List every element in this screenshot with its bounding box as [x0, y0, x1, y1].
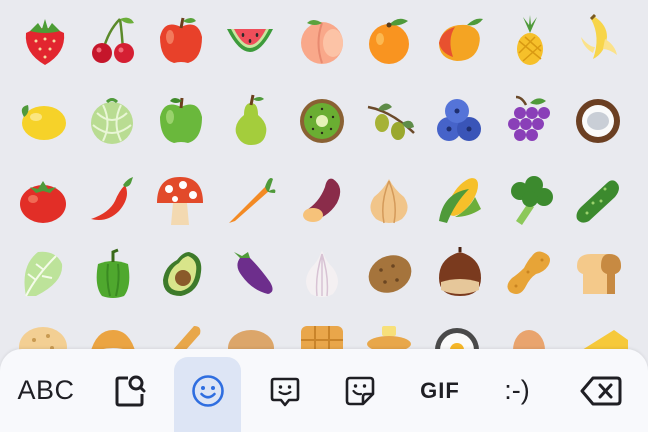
emoji-mushroom[interactable]	[150, 170, 210, 230]
strawberry-icon	[25, 19, 65, 65]
pineapple-icon	[517, 15, 543, 65]
corn-icon	[439, 178, 481, 223]
abc-label: ABC	[17, 375, 75, 405]
emoji-garlic[interactable]	[292, 243, 352, 303]
emoji-hot-pepper[interactable]	[82, 170, 142, 230]
backspace-button[interactable]	[568, 349, 634, 432]
emoji-tab-button[interactable]	[174, 349, 241, 432]
emoticon-label: :-)	[504, 375, 530, 405]
emoji-lemon[interactable]	[13, 90, 73, 150]
tangerine-icon	[369, 18, 409, 64]
garlic-icon	[306, 250, 338, 297]
emoji-olive[interactable]	[361, 90, 421, 150]
emoji-tomato[interactable]	[13, 170, 73, 230]
emoji-grapes[interactable]	[499, 90, 559, 150]
tomato-icon	[20, 181, 66, 223]
blueberries-icon	[437, 99, 481, 141]
cucumber-icon	[576, 180, 619, 223]
emoji-banana[interactable]	[568, 10, 628, 70]
onion-icon	[370, 179, 408, 224]
mushroom-icon	[157, 177, 203, 225]
sticker-button[interactable]	[330, 349, 390, 432]
emoji-peanuts[interactable]	[499, 243, 559, 303]
emoji-tangerine[interactable]	[359, 10, 419, 70]
emoji-corn[interactable]	[430, 170, 490, 230]
bread-icon	[577, 254, 621, 294]
eggplant-icon	[234, 252, 273, 294]
pear-icon	[235, 94, 267, 145]
carrot-icon	[229, 178, 276, 223]
emoji-coconut[interactable]	[568, 90, 628, 150]
potato-icon	[368, 255, 412, 293]
emoji-cherries[interactable]	[83, 10, 143, 70]
abc-button[interactable]: ABC	[6, 349, 86, 432]
grapes-icon	[508, 95, 550, 141]
green-apple-icon	[160, 97, 202, 143]
sticker-icon	[345, 376, 375, 405]
emoji-blueberries[interactable]	[430, 90, 490, 150]
emoji-chestnut[interactable]	[430, 243, 490, 303]
emoji-avocado[interactable]	[152, 243, 212, 303]
emoji-search-button[interactable]	[100, 349, 160, 432]
emoji-green-apple[interactable]	[151, 90, 211, 150]
bell-pepper-icon	[96, 248, 130, 298]
emoji-kitchen-icon	[270, 377, 300, 406]
sweet-potato-icon	[303, 178, 341, 222]
emoji-cucumber[interactable]	[568, 170, 628, 230]
emoji-kitchen-button[interactable]	[255, 349, 315, 432]
emoji-leafy-green[interactable]	[13, 243, 73, 303]
emoji-broccoli[interactable]	[499, 170, 559, 230]
broccoli-icon	[511, 176, 553, 225]
emoji-sweet-potato[interactable]	[292, 170, 352, 230]
gif-label: GIF	[420, 377, 460, 403]
banana-icon	[581, 13, 617, 59]
emoji-bell-pepper[interactable]	[83, 243, 143, 303]
emoji-carrot[interactable]	[222, 170, 282, 230]
backspace-icon	[580, 376, 622, 405]
red-apple-icon	[160, 17, 202, 64]
emoji-eggplant[interactable]	[221, 243, 281, 303]
emoji-peach[interactable]	[292, 10, 352, 70]
cherries-icon	[92, 17, 134, 63]
gif-button[interactable]: GIF	[408, 349, 472, 432]
emoji-watermelon[interactable]	[220, 10, 280, 70]
emoji-potato[interactable]	[360, 243, 420, 303]
peanuts-icon	[507, 251, 550, 294]
olive-icon	[367, 103, 415, 140]
emoji-strawberry[interactable]	[15, 10, 75, 70]
emoji-onion[interactable]	[359, 170, 419, 230]
emoji-pear[interactable]	[221, 90, 281, 150]
hot-pepper-icon	[91, 177, 133, 220]
emoji-mango[interactable]	[430, 10, 490, 70]
emoji-kiwi[interactable]	[292, 90, 352, 150]
coconut-icon	[576, 99, 620, 143]
emoji-pineapple[interactable]	[500, 10, 560, 70]
avocado-icon	[163, 252, 202, 296]
leafy-green-icon	[24, 251, 63, 297]
emoji-search-icon	[115, 375, 146, 406]
chestnut-icon	[439, 247, 481, 296]
kiwi-icon	[300, 99, 344, 143]
smiley-face-icon	[191, 374, 224, 407]
watermelon-icon	[227, 29, 273, 52]
melon-icon	[91, 98, 133, 144]
emoji-melon[interactable]	[82, 90, 142, 150]
peach-icon	[301, 20, 343, 64]
mango-icon	[439, 18, 483, 61]
keyboard-toolbar: ABC GIF:-)	[0, 349, 648, 432]
emoticon-button[interactable]: :-)	[484, 349, 550, 432]
emoji-bread[interactable]	[568, 243, 628, 303]
lemon-icon	[21, 105, 66, 140]
emoji-red-apple[interactable]	[151, 10, 211, 70]
